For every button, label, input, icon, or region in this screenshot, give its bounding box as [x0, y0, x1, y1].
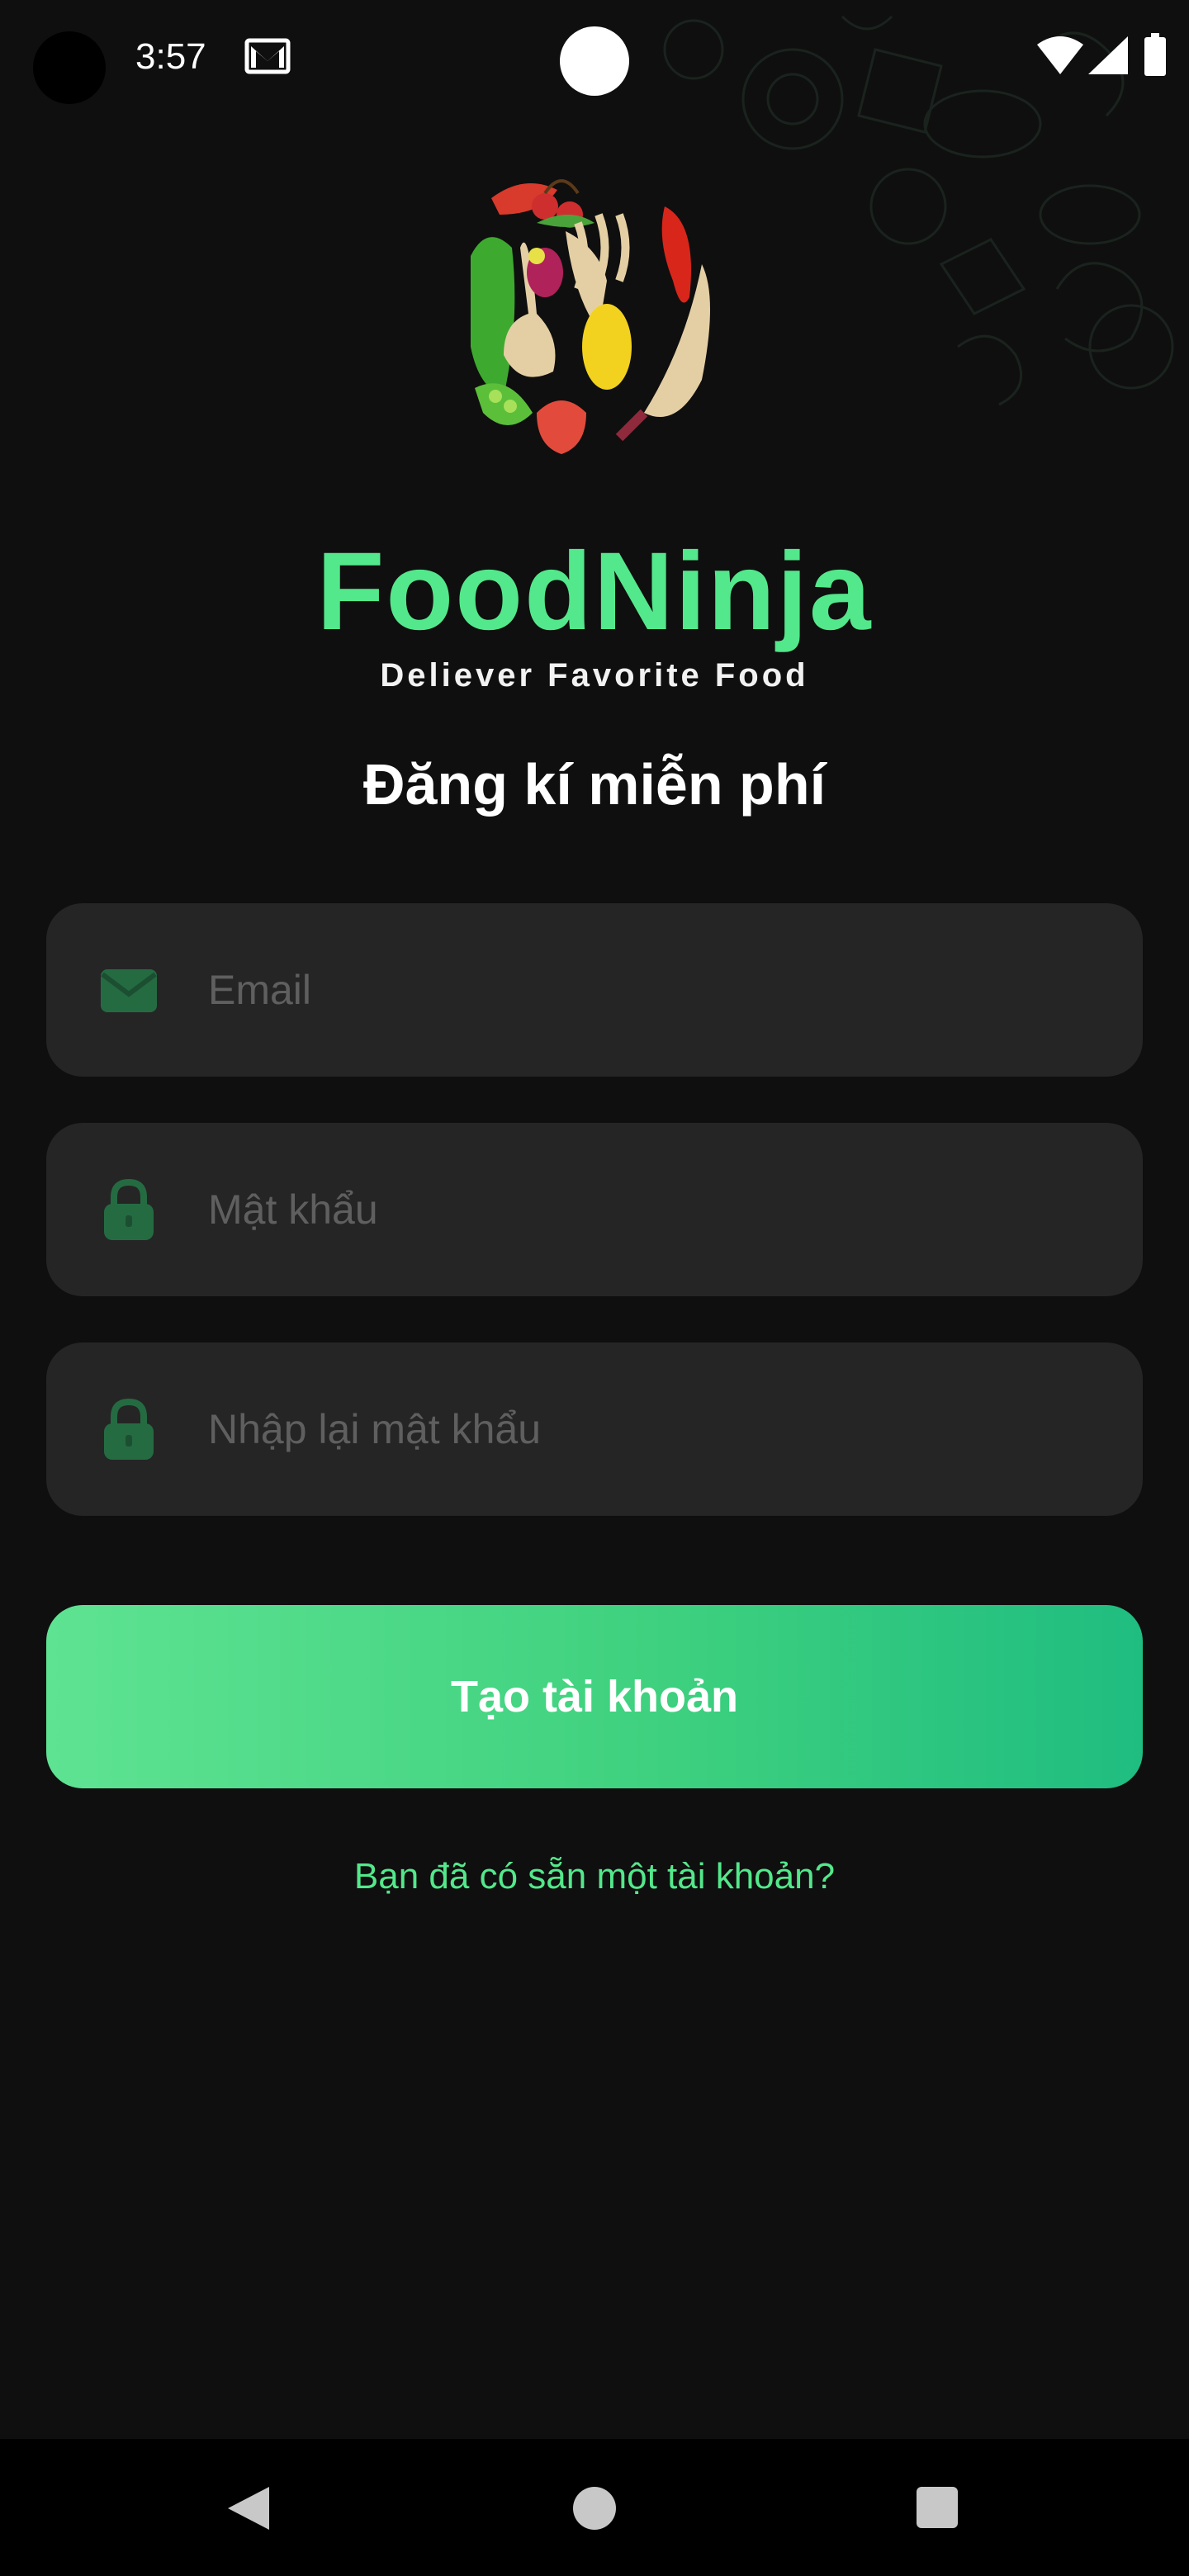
password-placeholder: Mật khẩu — [208, 1186, 378, 1233]
back-icon[interactable] — [225, 2484, 271, 2533]
confirm-password-placeholder: Nhập lại mật khẩu — [208, 1406, 542, 1452]
wifi-icon — [1037, 36, 1083, 74]
camera-cutout — [33, 31, 106, 104]
create-account-button[interactable]: Tạo tài khoản — [46, 1605, 1143, 1788]
home-icon[interactable] — [573, 2487, 616, 2530]
navigation-bar — [0, 2439, 1189, 2576]
email-placeholder: Email — [208, 967, 312, 1013]
recents-icon[interactable] — [917, 2487, 958, 2528]
battery-icon — [1144, 33, 1166, 76]
confirm-password-field[interactable]: Nhập lại mật khẩu — [46, 1342, 1143, 1516]
brand-name: FoodNinja — [316, 530, 873, 653]
brand-tagline: Deliever Favorite Food — [380, 657, 809, 694]
password-field[interactable]: Mật khẩu — [46, 1123, 1143, 1296]
login-link[interactable]: Bạn đã có sẵn một tài khoản? — [0, 1856, 1189, 1897]
lock-icon — [104, 1178, 154, 1240]
foodninja-logo — [471, 179, 710, 454]
email-field[interactable]: Email — [46, 903, 1143, 1077]
signal-icon — [1088, 36, 1128, 74]
envelope-icon — [101, 969, 157, 1012]
front-sensor-dot — [560, 26, 629, 96]
page-title: Đăng kí miễn phí — [362, 752, 827, 817]
status-bar: 3:57 — [0, 0, 1189, 116]
mail-icon — [244, 38, 291, 74]
lock-icon — [104, 1398, 154, 1460]
status-time: 3:57 — [135, 36, 206, 77]
